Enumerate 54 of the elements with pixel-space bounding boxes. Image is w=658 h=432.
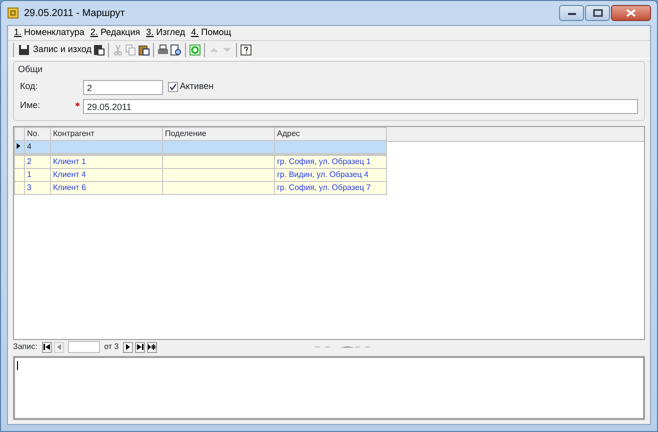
next-record-button[interactable]: [122, 342, 133, 352]
menu-item[interactable]: 2. Редакция: [90, 26, 140, 40]
column-header[interactable]: Контрагент: [50, 127, 162, 140]
column-header[interactable]: Поделение: [162, 127, 274, 140]
app-icon: [7, 7, 19, 19]
save-exit-button[interactable]: Запис и изход: [17, 42, 92, 58]
field-label: Код:: [20, 80, 39, 94]
help-icon[interactable]: [240, 44, 252, 56]
new-record-button[interactable]: [146, 342, 157, 352]
table-cell: гр. София, ул. Образец 7: [277, 182, 371, 192]
column-header[interactable]: Адрес: [274, 127, 386, 140]
close-icon: [626, 9, 636, 17]
next-record-icon: [124, 343, 132, 351]
name-field[interactable]: 29.05.2011: [83, 98, 638, 114]
save-icon: [18, 44, 30, 56]
table-cell: 3: [27, 182, 32, 192]
table-cell: 2: [27, 156, 32, 166]
checkbox[interactable]: [168, 82, 178, 92]
table-cell: Клиент 4: [53, 170, 86, 178]
record-label: Запис:: [13, 341, 38, 353]
maximize-icon: [592, 9, 602, 17]
code-field[interactable]: 2: [83, 80, 163, 94]
table-cell: гр. Видин, ул. Образец 4: [277, 170, 368, 178]
save-as-icon[interactable]: [93, 44, 106, 56]
table-cell: Клиент 6: [53, 182, 86, 192]
minimize-icon: [566, 10, 576, 16]
menu-item[interactable]: 4. Помощ: [191, 26, 232, 40]
close-button[interactable]: [611, 5, 651, 21]
window-title: 29.05.2011 - Маршрут: [24, 6, 125, 20]
group-title: Общи: [18, 63, 44, 76]
minimize-button[interactable]: [559, 5, 584, 21]
first-record-icon: [42, 343, 51, 351]
previous-record-icon: [54, 343, 63, 351]
last-record-icon: [136, 343, 144, 351]
table-cell: гр. София, ул. Образец 1: [277, 156, 371, 166]
table-cell: Клиент 1: [53, 156, 86, 166]
last-record-button[interactable]: [134, 342, 145, 352]
first-record-button[interactable]: [42, 342, 52, 352]
notes-field[interactable]: [13, 356, 645, 420]
record-count: от 3: [104, 341, 119, 353]
menu-item[interactable]: 3. Изглед: [146, 26, 186, 40]
refresh-icon[interactable]: [189, 44, 202, 56]
maximize-button[interactable]: [585, 5, 610, 21]
print-preview-icon[interactable]: [170, 44, 182, 56]
record-field[interactable]: [68, 341, 100, 353]
checkbox-label: Активен: [180, 80, 214, 94]
column-header[interactable]: No.: [24, 127, 50, 140]
field-label: Име:: [20, 99, 42, 112]
menu-item[interactable]: 1. Номенклатура: [14, 26, 84, 40]
paste-icon[interactable]: [138, 44, 150, 56]
table-cell: 4: [27, 142, 32, 150]
new-record-icon: [148, 343, 156, 351]
table-cell: 1: [27, 170, 32, 178]
printer-icon[interactable]: [157, 44, 170, 56]
